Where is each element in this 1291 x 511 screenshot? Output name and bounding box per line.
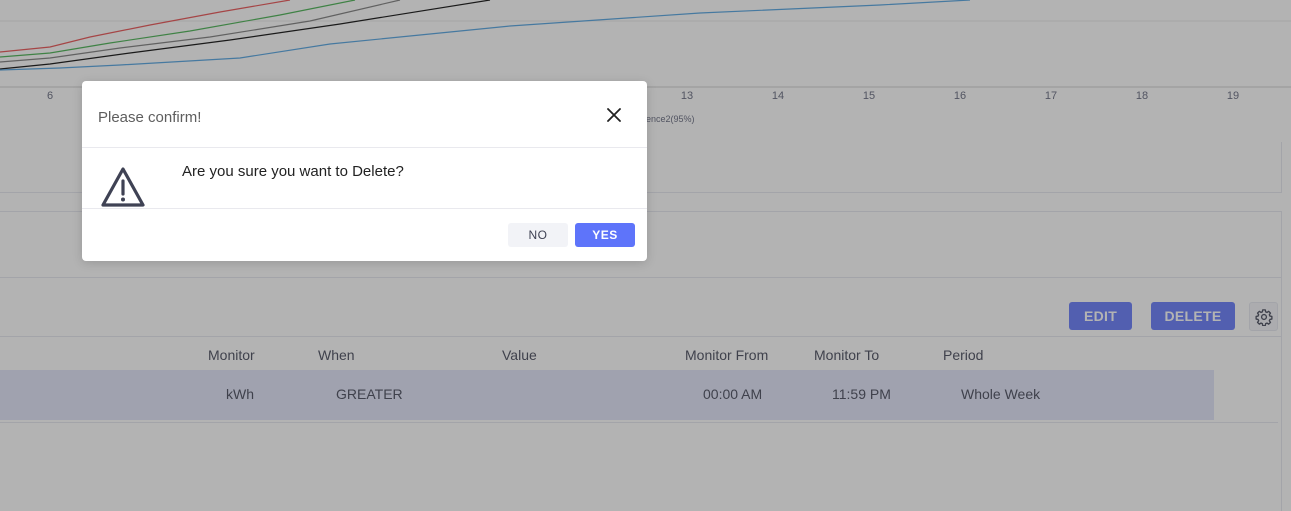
no-button[interactable]: NO (508, 223, 568, 247)
confirm-dialog: Please confirm! Are you sure you want to… (82, 81, 647, 261)
dialog-divider (82, 208, 647, 209)
dialog-message: Are you sure you want to Delete? (182, 163, 404, 180)
close-icon (607, 108, 621, 122)
warning-icon (101, 167, 145, 207)
close-button[interactable] (602, 103, 626, 127)
dialog-title: Please confirm! (98, 109, 202, 126)
yes-button[interactable]: YES (575, 223, 635, 247)
dialog-divider (82, 147, 647, 148)
